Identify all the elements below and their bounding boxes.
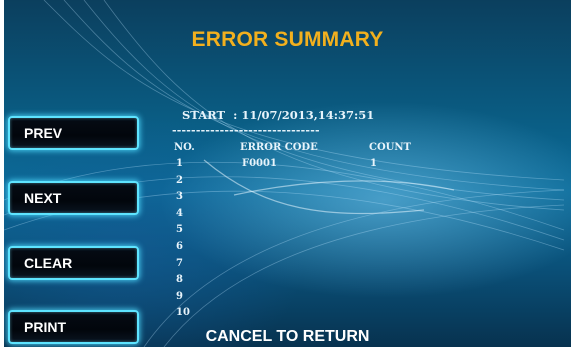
row-number: 2 <box>176 174 183 186</box>
row-number: 4 <box>176 207 183 219</box>
table-row: 8 <box>176 274 416 291</box>
atm-screen: ERROR SUMMARY PREV NEXT CLEAR PRINT STAR… <box>4 0 571 347</box>
column-header-error-code: ERROR CODE <box>240 142 318 153</box>
table-row: 1 F0001 1 <box>176 158 416 175</box>
prev-button-label: PREV <box>24 125 63 141</box>
table-row: 6 <box>176 241 416 258</box>
column-header-no: NO. <box>174 142 195 153</box>
error-list: 1 F0001 1 2 3 4 5 6 7 8 9 10 <box>176 158 416 324</box>
row-number: 6 <box>176 240 183 252</box>
row-error-code: F0001 <box>242 158 277 169</box>
row-number: 5 <box>176 224 183 236</box>
cancel-to-return-prompt: CANCEL TO RETURN <box>205 328 370 345</box>
report-divider: ------------------------------- <box>172 124 320 137</box>
table-row: 2 <box>176 175 416 192</box>
row-number: 9 <box>176 290 183 302</box>
next-button[interactable]: NEXT <box>8 181 139 215</box>
clear-button-label: CLEAR <box>24 255 73 271</box>
row-number: 1 <box>176 158 183 169</box>
row-count: 1 <box>370 158 377 169</box>
table-row: 5 <box>176 224 416 241</box>
next-button-label: NEXT <box>24 190 62 206</box>
column-header-count: COUNT <box>369 142 411 153</box>
table-row: 4 <box>176 208 416 225</box>
table-row: 7 <box>176 258 416 275</box>
row-number: 8 <box>176 274 183 286</box>
start-timestamp: START : 11/07/2013,14:37:51 <box>182 108 375 122</box>
prev-button[interactable]: PREV <box>8 116 139 150</box>
row-number: 3 <box>176 191 183 203</box>
table-row: 10 <box>176 307 416 324</box>
row-number: 10 <box>176 307 190 319</box>
page-title: ERROR SUMMARY <box>191 28 384 51</box>
table-row: 3 <box>176 191 416 208</box>
clear-button[interactable]: CLEAR <box>8 246 139 280</box>
table-row: 9 <box>176 291 416 308</box>
row-number: 7 <box>176 257 183 269</box>
